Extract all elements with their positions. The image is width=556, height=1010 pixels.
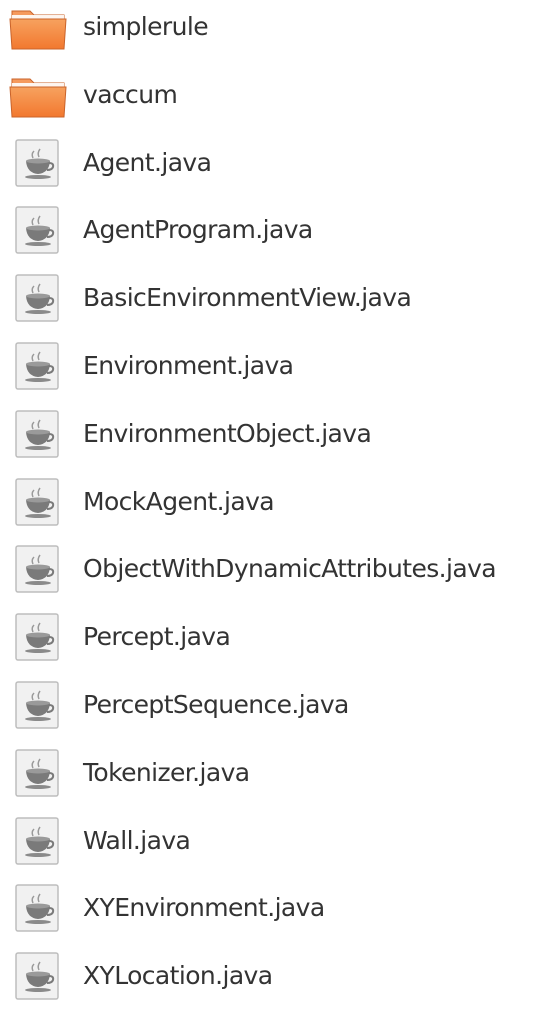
item-label: EnvironmentObject.java bbox=[83, 418, 372, 448]
java-file-icon bbox=[8, 815, 68, 867]
file-item[interactable]: AgentProgram.java bbox=[0, 196, 556, 264]
item-label: vaccum bbox=[83, 79, 178, 109]
java-file-icon bbox=[8, 747, 68, 799]
java-file-icon bbox=[8, 340, 68, 392]
file-item[interactable]: Percept.java bbox=[0, 603, 556, 671]
java-file-icon bbox=[8, 543, 68, 595]
java-file-icon bbox=[8, 272, 68, 324]
folder-icon bbox=[8, 1, 68, 53]
item-label: BasicEnvironmentView.java bbox=[83, 283, 412, 313]
item-label: Agent.java bbox=[83, 147, 212, 177]
file-item[interactable]: ObjectWithDynamicAttributes.java bbox=[0, 535, 556, 603]
file-item[interactable]: Wall.java bbox=[0, 807, 556, 875]
folder-icon bbox=[8, 69, 68, 121]
item-label: Environment.java bbox=[83, 351, 294, 380]
file-item[interactable]: Agent.java bbox=[0, 129, 556, 197]
java-file-icon bbox=[8, 204, 68, 256]
item-label: MockAgent.java bbox=[83, 486, 275, 516]
file-item[interactable]: PerceptSequence.java bbox=[0, 671, 556, 739]
java-file-icon bbox=[8, 611, 68, 663]
item-label: AgentProgram.java bbox=[83, 215, 313, 245]
file-item[interactable]: EnvironmentObject.java bbox=[0, 400, 556, 468]
file-item[interactable]: Environment.java bbox=[0, 332, 556, 400]
folder-item[interactable]: vaccum bbox=[0, 61, 556, 129]
item-label: Percept.java bbox=[83, 622, 231, 652]
folder-item[interactable]: simplerule bbox=[0, 0, 556, 61]
java-file-icon bbox=[8, 476, 68, 528]
item-label: Wall.java bbox=[83, 825, 191, 855]
java-file-icon bbox=[8, 679, 68, 731]
java-file-icon bbox=[8, 408, 68, 460]
file-item[interactable]: MockAgent.java bbox=[0, 468, 556, 536]
file-item[interactable]: XYLocation.java bbox=[0, 942, 556, 1010]
item-label: ObjectWithDynamicAttributes.java bbox=[83, 554, 497, 584]
java-file-icon bbox=[8, 137, 68, 189]
file-item[interactable]: BasicEnvironmentView.java bbox=[0, 264, 556, 332]
file-list: simplerule vaccum Agent.java AgentProgram.j… bbox=[0, 0, 556, 1001]
file-item[interactable]: Tokenizer.java bbox=[0, 739, 556, 807]
item-label: XYLocation.java bbox=[83, 961, 273, 991]
item-label: PerceptSequence.java bbox=[83, 690, 349, 719]
item-label: Tokenizer.java bbox=[83, 757, 250, 787]
java-file-icon bbox=[8, 882, 68, 934]
item-label: simplerule bbox=[83, 12, 209, 41]
file-item[interactable]: XYEnvironment.java bbox=[0, 874, 556, 942]
java-file-icon bbox=[8, 950, 68, 1002]
item-label: XYEnvironment.java bbox=[83, 893, 325, 923]
